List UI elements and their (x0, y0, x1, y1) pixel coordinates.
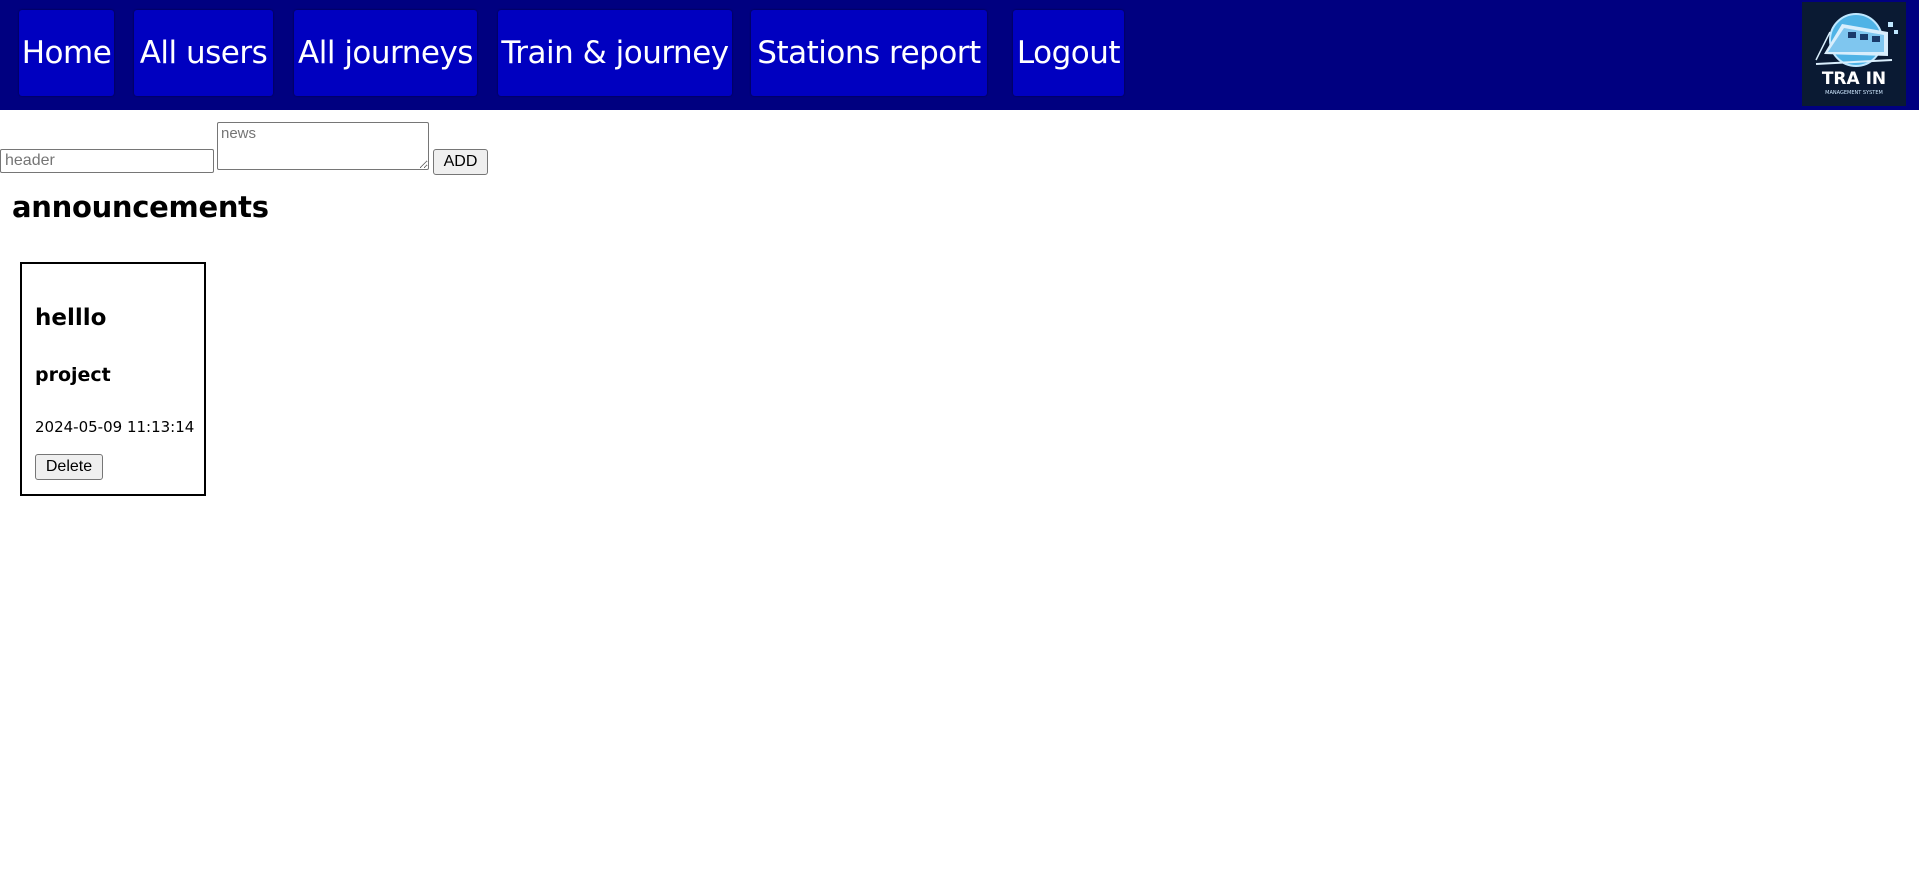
nav-all-users-button[interactable]: All users (134, 10, 273, 96)
nav-all-journeys-button[interactable]: All journeys (294, 10, 477, 96)
top-navbar: Home All users All journeys Train & jour… (0, 0, 1919, 110)
announcement-title: helllo (35, 305, 107, 331)
nav-train-journey-button[interactable]: Train & journey (498, 10, 732, 96)
announcement-date: 2024-05-09 11:13:14 (35, 418, 195, 436)
logo: TRA IN MANAGEMENT SYSTEM (1802, 2, 1906, 106)
announcement-card: helllo project 2024-05-09 11:13:14 Delet… (20, 262, 206, 496)
train-icon: TRA IN MANAGEMENT SYSTEM (1815, 13, 1898, 96)
header-input[interactable] (0, 149, 214, 173)
news-textarea[interactable] (217, 122, 429, 170)
logo-text: TRA IN (1822, 69, 1886, 89)
add-button[interactable]: ADD (433, 149, 488, 175)
announcement-body: project (35, 364, 111, 386)
nav-logout-button[interactable]: Logout (1013, 10, 1124, 96)
nav-home-button[interactable]: Home (19, 10, 114, 96)
announcements-title: announcements (12, 190, 269, 224)
logo-subtext: MANAGEMENT SYSTEM (1825, 90, 1883, 96)
nav-stations-report-button[interactable]: Stations report (751, 10, 987, 96)
delete-button[interactable]: Delete (35, 454, 103, 480)
